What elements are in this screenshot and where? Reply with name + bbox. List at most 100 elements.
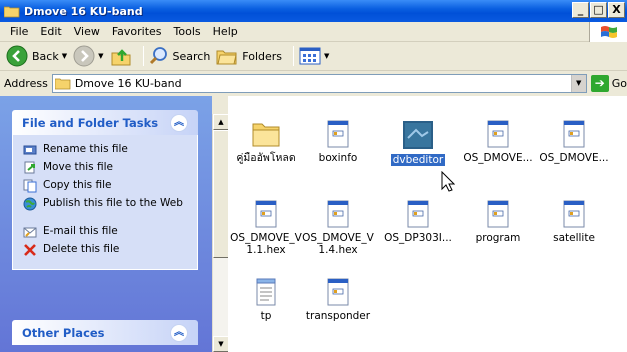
- minimize-button[interactable]: _: [572, 2, 589, 18]
- up-folder-icon: [111, 49, 130, 66]
- task-label: Copy this file: [43, 179, 112, 191]
- go-button[interactable]: ➔ Go: [590, 75, 627, 92]
- move-icon: [24, 161, 35, 174]
- other-places-panel: Other Places ︽: [12, 320, 198, 345]
- file-item[interactable]: OS_DMOVE...: [458, 120, 538, 164]
- file-name: OS_DMOVE_V 1.4.hex: [302, 232, 374, 256]
- task-label: E-mail this file: [43, 225, 118, 237]
- file-item[interactable]: OS_DP303I...: [378, 200, 458, 244]
- collapse-chevron-icon[interactable]: ︽: [170, 113, 188, 132]
- search-label: Search: [172, 49, 211, 63]
- file-name: OS_DMOVE_V 1.1.hex: [230, 232, 302, 256]
- file-item[interactable]: program: [458, 200, 538, 244]
- maximize-button[interactable]: □: [590, 2, 607, 18]
- title-bar[interactable]: Dmove 16 KU-band _ □ X: [0, 0, 627, 22]
- toolbar-separator: [142, 46, 144, 66]
- document-icon: [487, 200, 509, 228]
- file-item[interactable]: transponder: [298, 278, 378, 322]
- menu-view[interactable]: View: [68, 25, 106, 38]
- email-icon: [23, 227, 37, 238]
- folder-icon: [4, 6, 20, 17]
- chevron-down-icon[interactable]: ▼: [62, 52, 67, 60]
- chevron-down-icon[interactable]: ▼: [98, 52, 103, 60]
- chevron-down-icon[interactable]: ▼: [324, 52, 329, 60]
- views-button[interactable]: ▼: [299, 47, 329, 65]
- file-folder-tasks-panel: File and Folder Tasks ︽ Rename this file…: [12, 110, 198, 270]
- file-item[interactable]: tp: [226, 278, 306, 322]
- back-button[interactable]: Back ▼: [6, 45, 67, 67]
- scroll-down-button[interactable]: ▼: [213, 336, 229, 352]
- delete-icon: [24, 244, 36, 256]
- search-icon: [149, 47, 167, 65]
- address-value: Dmove 16 KU-band: [74, 77, 182, 90]
- menu-tools[interactable]: Tools: [168, 25, 207, 38]
- other-places-title: Other Places: [22, 325, 105, 340]
- chevron-down-icon[interactable]: ▼: [570, 75, 586, 92]
- forward-button[interactable]: ▼: [73, 45, 104, 67]
- document-icon: [487, 120, 509, 148]
- menu-help[interactable]: Help: [207, 25, 244, 38]
- tasks-panel-body: Rename this file Move this file Copy thi…: [12, 135, 198, 270]
- file-name: transponder: [305, 310, 371, 322]
- application-icon: [403, 121, 433, 149]
- address-label: Address: [4, 77, 48, 90]
- task-move[interactable]: Move this file: [23, 161, 189, 179]
- publish-icon: [23, 197, 37, 211]
- go-arrow-icon: ➔: [590, 75, 609, 92]
- task-label: Move this file: [43, 161, 113, 173]
- document-icon: [563, 120, 585, 148]
- menu-favorites[interactable]: Favorites: [106, 25, 168, 38]
- document-icon: [327, 200, 349, 228]
- task-delete[interactable]: Delete this file: [23, 243, 189, 261]
- file-item-selected[interactable]: dvbeditor: [378, 120, 458, 166]
- file-list: คู่มืออัพโหลด boxinfo dvbeditor OS_DMOVE…: [228, 96, 627, 352]
- up-folder-button[interactable]: [110, 45, 132, 67]
- back-arrow-icon: [6, 45, 28, 67]
- windows-logo: [589, 22, 627, 42]
- collapse-chevron-icon[interactable]: ︽: [170, 323, 188, 342]
- go-label: Go: [611, 77, 627, 90]
- file-name: tp: [260, 310, 272, 322]
- windows-flag-icon: [601, 26, 617, 38]
- file-name: dvbeditor: [390, 154, 446, 166]
- window-title: Dmove 16 KU-band: [24, 4, 143, 18]
- menu-edit[interactable]: Edit: [34, 25, 67, 38]
- task-copy[interactable]: Copy this file: [23, 179, 189, 197]
- file-item[interactable]: คู่มืออัพโหลด: [226, 120, 306, 164]
- task-email[interactable]: E-mail this file: [23, 225, 189, 243]
- file-item[interactable]: OS_DMOVE...: [534, 120, 614, 164]
- task-label: Publish this file to the Web: [43, 197, 183, 209]
- document-icon: [255, 200, 277, 228]
- toolbar: Back ▼ ▼ Search Folders ▼: [0, 42, 627, 71]
- address-input[interactable]: Dmove 16 KU-band ▼: [51, 74, 587, 93]
- folders-icon: [216, 50, 237, 65]
- back-label: Back: [32, 49, 59, 63]
- tasks-panel-header[interactable]: File and Folder Tasks ︽: [12, 110, 198, 135]
- file-item[interactable]: OS_DMOVE_V 1.1.hex: [226, 200, 306, 256]
- file-item[interactable]: satellite: [534, 200, 614, 244]
- file-item[interactable]: boxinfo: [298, 120, 378, 164]
- file-name: OS_DMOVE...: [463, 152, 533, 164]
- task-publish[interactable]: Publish this file to the Web: [23, 197, 189, 225]
- task-rename[interactable]: Rename this file: [23, 143, 189, 161]
- document-icon: [327, 278, 349, 306]
- file-name: คู่มืออัพโหลด: [236, 152, 296, 164]
- rename-icon: [23, 145, 37, 155]
- folder-icon: [252, 123, 280, 147]
- views-icon: [299, 47, 321, 65]
- other-places-header[interactable]: Other Places ︽: [12, 320, 198, 345]
- copy-icon: [23, 179, 37, 193]
- file-name: boxinfo: [318, 152, 358, 164]
- document-icon: [327, 120, 349, 148]
- task-label: Delete this file: [43, 243, 120, 255]
- folders-button[interactable]: Folders: [216, 46, 282, 66]
- notepad-icon: [256, 278, 276, 306]
- task-pane: File and Folder Tasks ︽ Rename this file…: [0, 96, 212, 352]
- folders-label: Folders: [242, 49, 283, 63]
- close-button[interactable]: X: [608, 2, 625, 18]
- file-item[interactable]: OS_DMOVE_V 1.4.hex: [298, 200, 378, 256]
- search-button[interactable]: Search: [149, 46, 211, 66]
- toolbar-separator: [293, 46, 295, 66]
- file-name: satellite: [553, 232, 595, 244]
- menu-file[interactable]: File: [4, 25, 34, 38]
